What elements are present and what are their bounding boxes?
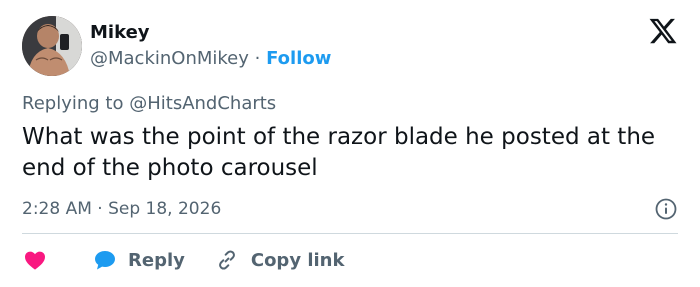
action-bar: Reply Copy link [22,246,344,274]
x-logo-icon[interactable] [648,16,678,46]
follow-button[interactable]: Follow [266,48,331,69]
handle-separator: · [254,48,261,69]
meta-separator: · [97,199,103,219]
replying-target-link[interactable]: @HitsAndCharts [129,93,276,114]
author-handle[interactable]: @MackinOnMikey [90,48,249,69]
info-icon[interactable] [654,197,678,221]
replying-to: Replying to @HitsAndCharts [22,92,276,116]
reply-bubble-icon [95,251,115,270]
reply-label: Reply [128,249,185,271]
tweet-date[interactable]: Sep 18, 2026 [108,199,221,219]
tweet-time[interactable]: 2:28 AM [22,199,92,219]
author-name[interactable]: Mikey [90,21,150,45]
avatar[interactable] [22,16,82,76]
tweet-text: What was the point of the razor blade he… [22,124,656,181]
copy-link-label: Copy link [250,249,345,271]
author-handle-line: @MackinOnMikey · Follow [90,47,331,71]
heart-icon [25,251,45,270]
avatar-image [22,16,82,76]
divider [22,233,678,234]
replying-prefix: Replying to [22,93,124,114]
tweet-meta: 2:28 AM · Sep 18, 2026 [22,197,221,221]
like-button[interactable] [22,248,48,272]
copy-link-button[interactable]: Copy link [185,248,345,272]
reply-button[interactable]: Reply [48,248,185,272]
link-icon [218,250,235,270]
